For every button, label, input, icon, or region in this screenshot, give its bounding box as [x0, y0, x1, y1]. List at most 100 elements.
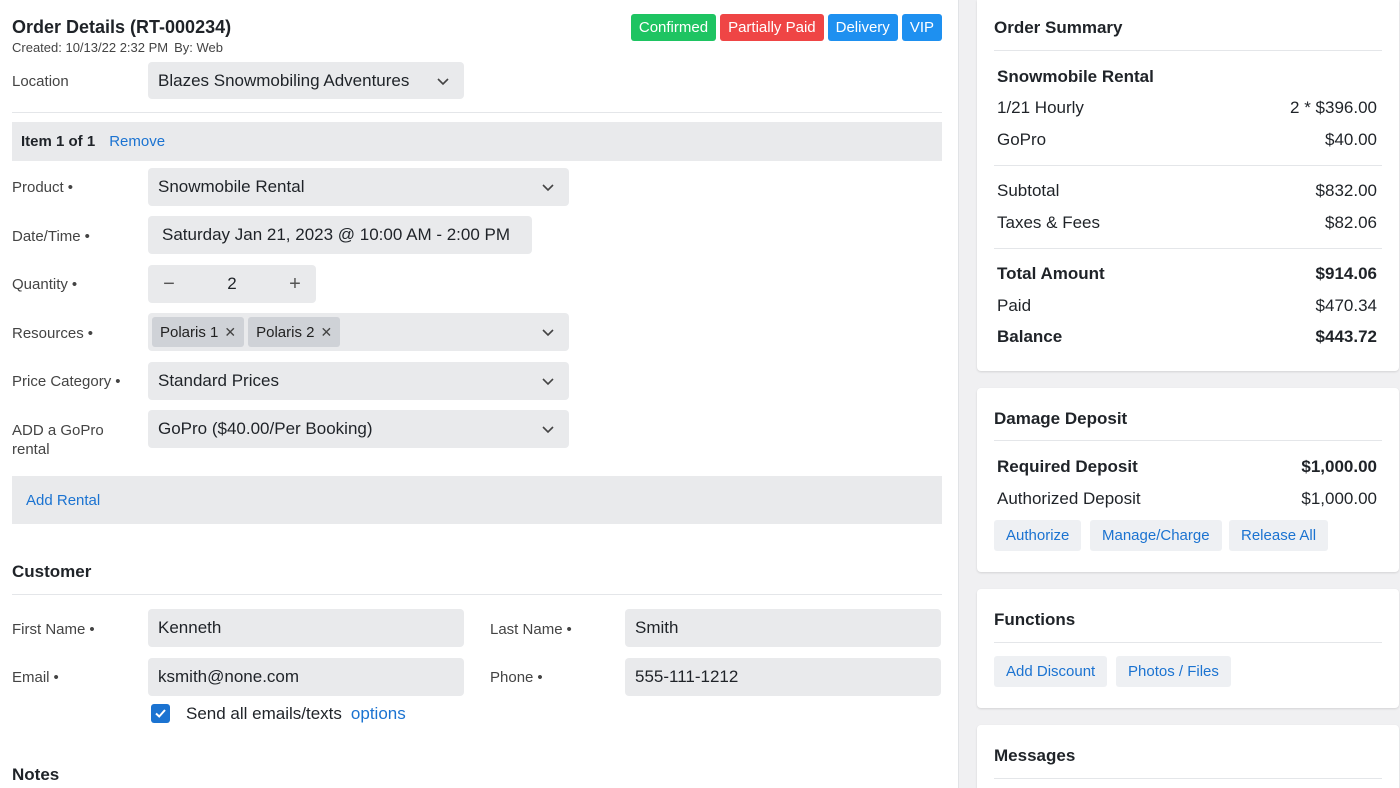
datetime-field[interactable]: Saturday Jan 21, 2023 @ 10:00 AM - 2:00 … [148, 216, 532, 254]
balance-row: Balance $443.72 [997, 327, 1377, 347]
quantity-value[interactable]: 2 [227, 274, 236, 294]
summary-product: Snowmobile Rental [997, 67, 1377, 87]
paid-value: $470.34 [1315, 296, 1377, 315]
taxes-value: $82.06 [1325, 213, 1377, 232]
required-marker: • [537, 669, 543, 686]
first-name-value: Kenneth [158, 618, 222, 637]
decrement-button[interactable]: − [160, 273, 178, 295]
item-header: Item 1 of 1 Remove [12, 122, 942, 161]
datetime-label-text: Date/Time [12, 228, 81, 245]
damage-deposit-card: Damage Deposit Required Deposit $1,000.00… [977, 388, 1399, 572]
options-link[interactable]: options [351, 704, 406, 723]
remove-item-link[interactable]: Remove [109, 133, 165, 150]
required-marker: • [89, 621, 95, 638]
price-category-select[interactable]: Standard Prices [148, 362, 569, 400]
last-name-value: Smith [635, 618, 679, 637]
quantity-stepper: − 2 + [148, 265, 316, 303]
email-value: ksmith@none.com [158, 667, 300, 686]
messages-title: Messages [994, 746, 1076, 765]
product-label-text: Product [12, 179, 64, 196]
created-info: Created: 10/13/22 2:32 PM By: Web [12, 40, 223, 55]
taxes-row: Taxes & Fees $82.06 [997, 213, 1377, 233]
page-title: Order Details (RT-000234) [12, 17, 232, 37]
last-name-field[interactable]: Smith [625, 609, 941, 647]
created-by: By: Web [174, 40, 223, 55]
email-label-text: Email [12, 669, 50, 686]
datetime-value: Saturday Jan 21, 2023 @ 10:00 AM - 2:00 … [162, 225, 511, 244]
status-badge-partially-paid: Partially Paid [720, 14, 824, 41]
status-badge-vip: VIP [901, 14, 942, 41]
price-category-value: Standard Prices [158, 371, 279, 390]
required-marker: • [84, 228, 90, 245]
summary-line-value: 2 * $396.00 [1290, 98, 1377, 117]
subtotal-label: Subtotal [997, 181, 1060, 200]
summary-line-label: GoPro [997, 130, 1047, 149]
gopro-select[interactable]: GoPro ($40.00/Per Booking) [148, 410, 569, 448]
price-category-label: Price Category • [12, 372, 120, 391]
divider [994, 165, 1382, 166]
divider [994, 778, 1382, 779]
order-summary-title: Order Summary [994, 18, 1123, 37]
add-rental-bar: Add Rental [12, 476, 942, 524]
divider [994, 50, 1382, 51]
chevron-down-icon [542, 329, 554, 337]
gopro-value: GoPro ($40.00/Per Booking) [158, 419, 373, 438]
required-marker: • [87, 325, 93, 342]
paid-label: Paid [997, 296, 1032, 315]
authorize-button[interactable]: Authorize [994, 520, 1082, 551]
resources-select[interactable]: Polaris 1 ✕ Polaris 2 ✕ [148, 313, 569, 351]
required-marker: • [53, 669, 59, 686]
status-badges: Confirmed Partially Paid Delivery VIP [630, 14, 942, 41]
location-select[interactable]: Blazes Snowmobiling Adventures [148, 62, 464, 99]
increment-button[interactable]: + [286, 273, 304, 295]
location-label: Location [12, 73, 69, 90]
send-all-label: Send all emails/texts options [186, 704, 406, 724]
phone-field[interactable]: 555-111-1212 [625, 658, 941, 696]
photos-files-button[interactable]: Photos / Files [1116, 656, 1231, 687]
messages-card: Messages [977, 725, 1399, 788]
resource-chip-label: Polaris 1 [160, 323, 219, 341]
functions-title: Functions [994, 610, 1076, 629]
first-name-label-text: First Name [12, 621, 86, 638]
product-label: Product • [12, 178, 73, 197]
resource-chip: Polaris 2 ✕ [248, 317, 341, 347]
total-row: Total Amount $914.06 [997, 264, 1377, 284]
email-field[interactable]: ksmith@none.com [148, 658, 464, 696]
created-date: Created: 10/13/22 2:32 PM [12, 40, 169, 55]
quantity-label-text: Quantity [12, 276, 68, 293]
resource-chip-label: Polaris 2 [256, 323, 315, 341]
resources-label: Resources • [12, 324, 93, 343]
product-select[interactable]: Snowmobile Rental [148, 168, 569, 206]
add-discount-button[interactable]: Add Discount [994, 656, 1108, 687]
send-all-checkbox[interactable] [151, 704, 170, 723]
gopro-label: ADD a GoPro rental [12, 421, 104, 459]
quantity-label: Quantity • [12, 275, 77, 294]
summary-product-name: Snowmobile Rental [997, 67, 1154, 86]
required-deposit-label: Required Deposit [997, 457, 1138, 476]
paid-row: Paid $470.34 [997, 296, 1377, 316]
required-deposit-value: $1,000.00 [1301, 457, 1377, 476]
required-marker: • [67, 179, 73, 196]
balance-label: Balance [997, 327, 1063, 346]
first-name-label: First Name • [12, 620, 95, 639]
damage-deposit-title: Damage Deposit [994, 409, 1128, 428]
summary-line-label: 1/21 Hourly [997, 98, 1084, 117]
authorized-deposit-label: Authorized Deposit [997, 489, 1141, 508]
summary-line-value: $40.00 [1325, 130, 1377, 149]
phone-value: 555-111-1212 [635, 667, 739, 686]
phone-label-text: Phone [490, 669, 534, 686]
taxes-label: Taxes & Fees [997, 213, 1100, 232]
add-rental-link[interactable]: Add Rental [26, 492, 100, 509]
subtotal-value: $832.00 [1315, 181, 1377, 200]
remove-chip-icon[interactable]: ✕ [224, 324, 236, 341]
functions-card: Functions Add Discount Photos / Files [977, 589, 1399, 708]
customer-section-title: Customer [12, 562, 92, 581]
manage-charge-button[interactable]: Manage/Charge [1090, 520, 1222, 551]
required-deposit-row: Required Deposit $1,000.00 [997, 457, 1377, 477]
required-marker: • [71, 276, 78, 293]
first-name-field[interactable]: Kenneth [148, 609, 464, 647]
remove-chip-icon[interactable]: ✕ [320, 324, 332, 341]
release-all-button[interactable]: Release All [1229, 520, 1329, 551]
gopro-label-line-2: rental [12, 441, 50, 458]
datetime-label: Date/Time • [12, 227, 90, 246]
